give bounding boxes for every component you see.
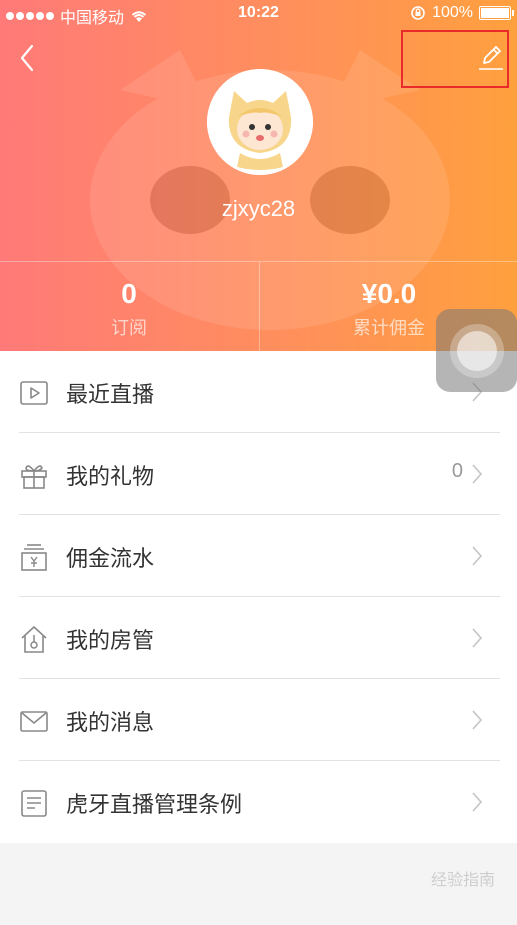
menu-item-management-rules[interactable]: 虎牙直播管理条例	[0, 761, 517, 843]
profile-header: 中国移动 10:22 100% zjxyc28 0 订阅 ¥0.0 累计佣金	[0, 0, 517, 351]
edit-icon[interactable]	[476, 42, 506, 72]
house-manager-icon	[21, 626, 47, 653]
battery-icon	[479, 6, 514, 20]
commission-icon	[21, 544, 47, 571]
menu-item-my-messages[interactable]: 我的消息	[0, 679, 517, 761]
mail-icon	[20, 711, 48, 732]
stat-label: 订阅	[111, 318, 147, 338]
stat-value: 0	[121, 278, 137, 309]
chevron-right-icon	[472, 628, 483, 648]
menu-item-room-managers[interactable]: 我的房管	[0, 597, 517, 679]
play-icon	[20, 381, 48, 405]
menu-item-count: 0	[451, 460, 463, 482]
chevron-right-icon	[472, 464, 483, 484]
menu-list: 最近直播 我的礼物 0 佣金流水 我的房管 我的消息 虎牙直播管理条例	[0, 351, 517, 843]
battery-percent: 100%	[432, 4, 473, 21]
watermark: 经验指南	[430, 872, 495, 889]
avatar-image	[207, 69, 313, 175]
assistive-touch-button[interactable]	[436, 309, 517, 392]
stat-subscriptions[interactable]: 0 订阅	[0, 262, 258, 351]
avatar[interactable]	[207, 69, 313, 175]
chevron-right-icon	[472, 792, 483, 812]
menu-item-label: 我的消息	[66, 710, 155, 735]
menu-item-label: 我的房管	[66, 628, 155, 653]
menu-item-label: 佣金流水	[66, 546, 155, 571]
menu-item-label: 我的礼物	[66, 464, 155, 489]
rotation-lock-icon	[411, 6, 425, 20]
username: zjxyc28	[221, 196, 296, 221]
menu-item-label: 最近直播	[66, 382, 155, 407]
stat-value: ¥0.0	[361, 278, 417, 309]
gift-icon	[21, 465, 47, 489]
chevron-right-icon	[472, 710, 483, 730]
back-icon[interactable]	[14, 42, 42, 74]
menu-item-my-gifts[interactable]: 我的礼物 0	[0, 433, 517, 515]
status-bar: 中国移动 10:22 100%	[0, 0, 517, 28]
chevron-right-icon	[472, 546, 483, 566]
document-icon	[21, 790, 47, 817]
menu-item-label: 虎牙直播管理条例	[66, 792, 243, 817]
menu-item-commission-flow[interactable]: 佣金流水	[0, 515, 517, 597]
assistive-touch-dot	[457, 331, 497, 371]
